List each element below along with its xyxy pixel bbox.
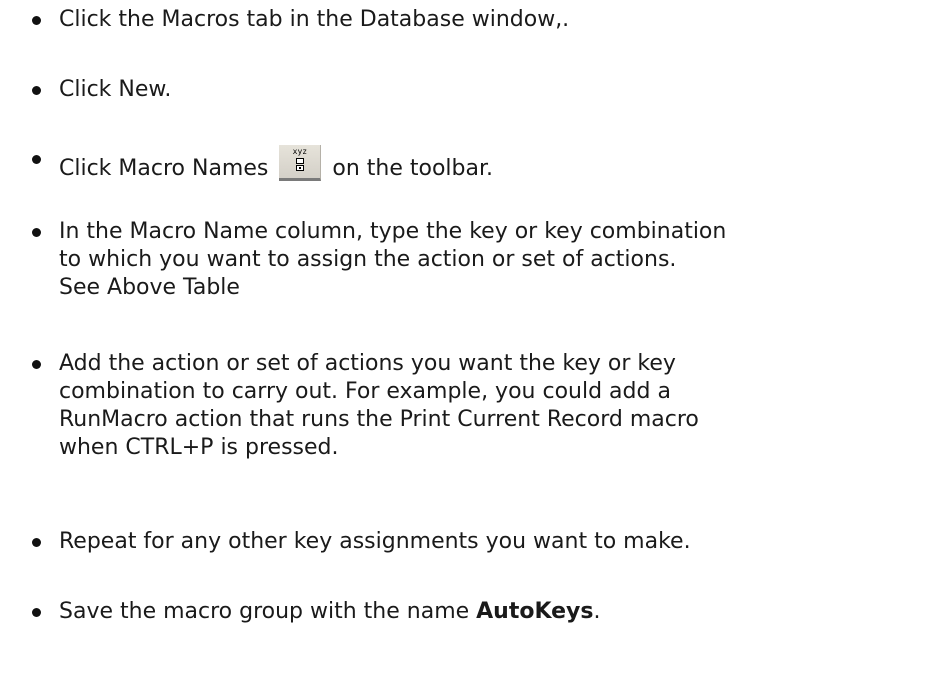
step-text: Add the action or set of actions you wan… bbox=[59, 350, 928, 462]
bullet-icon bbox=[32, 608, 41, 617]
step-text-before-icon: Click Macro Names bbox=[59, 156, 269, 181]
step-text-after-bold: . bbox=[593, 599, 601, 624]
step-line: to which you want to assign the action o… bbox=[59, 247, 677, 272]
macro-names-icon: xyz bbox=[279, 145, 322, 181]
step-text: Click New. bbox=[59, 76, 928, 104]
step-text-after-icon: on the toolbar. bbox=[332, 156, 493, 181]
bullet-icon bbox=[32, 16, 41, 25]
bullet-icon bbox=[32, 155, 41, 164]
macro-names-icon-label: xyz bbox=[292, 147, 308, 156]
step-line: Repeat for any other key assignments you… bbox=[59, 529, 691, 554]
bullet-icon bbox=[32, 86, 41, 95]
step-line: when CTRL+P is pressed. bbox=[59, 435, 339, 460]
bullet-icon bbox=[32, 228, 41, 237]
step-line: Click New. bbox=[59, 77, 172, 102]
step-line: Add the action or set of actions you wan… bbox=[59, 351, 676, 376]
step-text: Click the Macros tab in the Database win… bbox=[59, 6, 928, 34]
bullet-icon bbox=[32, 360, 41, 369]
step-text: In the Macro Name column, type the key o… bbox=[59, 218, 928, 302]
step-text: Repeat for any other key assignments you… bbox=[59, 528, 928, 556]
step-line: RunMacro action that runs the Print Curr… bbox=[59, 407, 699, 432]
step-line: In the Macro Name column, type the key o… bbox=[59, 219, 727, 244]
step-line: combination to carry out. For example, y… bbox=[59, 379, 671, 404]
step-text: Click Macro Names xyz on the toolbar. bbox=[59, 145, 928, 183]
step-text: Save the macro group with the name AutoK… bbox=[59, 598, 928, 626]
bullet-icon bbox=[32, 538, 41, 547]
document-page: Click the Macros tab in the Database win… bbox=[0, 0, 936, 677]
step-line: See Above Table bbox=[59, 275, 240, 300]
step-line: Click the Macros tab in the Database win… bbox=[59, 7, 570, 32]
step-text-before-bold: Save the macro group with the name bbox=[59, 599, 477, 624]
macro-group-name: AutoKeys bbox=[476, 599, 594, 624]
